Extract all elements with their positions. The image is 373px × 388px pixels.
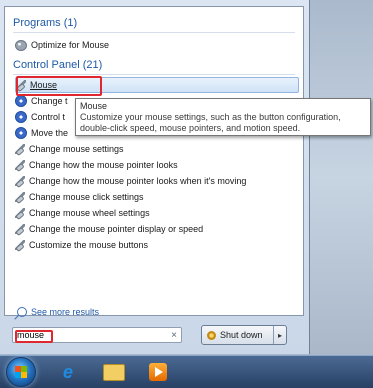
shield-icon [15, 111, 27, 123]
control-panel-item-pointer-speed[interactable]: Change the mouse pointer display or spee… [15, 221, 299, 237]
mouse-icon [15, 208, 25, 218]
control-panel-item-label: Control t [31, 112, 66, 122]
program-item-optimize-for-mouse[interactable]: Optimize for Mouse [15, 37, 299, 53]
optimize-icon [15, 39, 27, 51]
control-panel-item-label: Move the [31, 128, 69, 138]
control-panel-item-label: Change the mouse pointer display or spee… [29, 224, 204, 234]
control-panel-item-click-settings[interactable]: Change mouse click settings [15, 189, 299, 205]
control-panel-header[interactable]: Control Panel (21) [13, 59, 102, 71]
control-panel-item-customize-buttons[interactable]: Customize the mouse buttons [15, 237, 299, 253]
shield-icon [15, 127, 27, 139]
control-panel-item-label: Change how the mouse pointer looks [29, 160, 178, 170]
mouse-icon [15, 192, 25, 202]
highlight-box-search [15, 330, 53, 343]
clear-search-icon[interactable]: × [171, 330, 177, 341]
mouse-tooltip: Mouse Customize your mouse settings, suc… [75, 98, 371, 136]
control-panel-item-wheel-settings[interactable]: Change mouse wheel settings [15, 205, 299, 221]
shutdown-icon [207, 330, 216, 340]
shut-down-button[interactable]: Shut down [202, 326, 274, 344]
shut-down-label: Shut down [220, 330, 263, 340]
control-panel-item-pointer-looks[interactable]: Change how the mouse pointer looks [15, 157, 299, 173]
control-panel-item-label: Customize the mouse buttons [29, 240, 149, 250]
windows-flag-icon [15, 366, 27, 378]
mouse-icon [15, 144, 25, 154]
internet-explorer-icon[interactable]: e [56, 360, 80, 384]
control-panel-item-label: Change mouse click settings [29, 192, 144, 202]
control-panel-item-label: Change how the mouse pointer looks when … [29, 176, 247, 186]
tooltip-text: Customize your mouse settings, such as t… [80, 112, 341, 133]
mouse-icon [15, 240, 25, 250]
control-panel-divider [13, 74, 295, 75]
control-panel-item-label: Change t [31, 96, 68, 106]
see-more-label: See more results [31, 307, 100, 317]
programs-header[interactable]: Programs (1) [13, 17, 77, 29]
tooltip-title: Mouse [80, 101, 108, 111]
control-panel-item-change-mouse-settings[interactable]: Change mouse settings [15, 141, 299, 157]
windows-explorer-icon[interactable] [102, 360, 126, 384]
shut-down-button-group: Shut down ▸ [201, 325, 287, 345]
control-panel-item-pointer-moving[interactable]: Change how the mouse pointer looks when … [15, 173, 299, 189]
control-panel-item-label: Change mouse settings [29, 144, 124, 154]
highlight-box-mouse [16, 76, 102, 96]
see-more-results-link[interactable]: See more results [17, 307, 99, 317]
shut-down-options-arrow-icon[interactable]: ▸ [274, 326, 286, 344]
shield-icon [15, 95, 27, 107]
media-player-icon[interactable] [146, 360, 170, 384]
mouse-icon [15, 176, 25, 186]
start-menu: Programs (1) Optimize for Mouse Control … [0, 0, 310, 354]
search-icon [17, 307, 27, 317]
mouse-icon [15, 224, 25, 234]
programs-divider [13, 32, 295, 33]
start-orb[interactable] [6, 357, 36, 387]
search-results-panel: Programs (1) Optimize for Mouse Control … [4, 6, 304, 317]
control-panel-item-label: Change mouse wheel settings [29, 208, 150, 218]
program-item-label: Optimize for Mouse [31, 40, 110, 50]
mouse-icon [15, 160, 25, 170]
